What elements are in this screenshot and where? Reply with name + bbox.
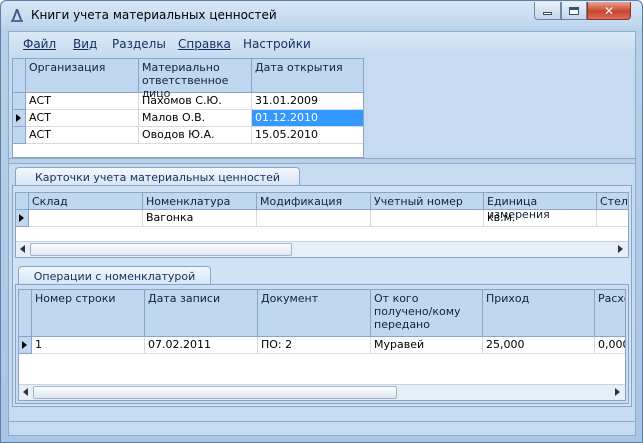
cell-warehouse[interactable] — [29, 210, 143, 227]
grid-corner — [19, 290, 32, 337]
menu-file[interactable]: Файл — [23, 37, 56, 51]
close-button[interactable]: ✕ — [587, 2, 631, 20]
operations-grid[interactable]: Номер строки Дата записи Документ От ког… — [18, 289, 626, 401]
maximize-button[interactable] — [561, 2, 587, 20]
app-icon — [11, 9, 23, 22]
column-header[interactable]: Дата открытия — [252, 59, 363, 93]
menu-sections[interactable]: Разделы — [112, 37, 166, 51]
row-pointer-icon — [22, 341, 27, 349]
main-window: Книги учета материальных ценностей ✕ Фай… — [0, 0, 643, 443]
close-icon: ✕ — [603, 3, 615, 18]
cards-panel: Склад Номенклатура Модификация Учетный н… — [12, 185, 632, 407]
row-header-current[interactable] — [16, 210, 29, 227]
scroll-right-icon[interactable] — [615, 388, 620, 396]
column-header[interactable]: Учетный номер — [371, 193, 484, 210]
column-header[interactable]: Стелла — [597, 193, 628, 210]
scrollbar-thumb[interactable] — [30, 243, 292, 256]
cell-expense[interactable]: 0,000 — [595, 337, 625, 354]
tab-cards[interactable]: Карточки учета материальных ценностей — [15, 167, 300, 186]
cell-person[interactable]: Пахомов С.Ю. — [139, 93, 252, 110]
title-bar[interactable]: Книги учета материальных ценностей ✕ — [1, 1, 642, 29]
scroll-left-icon[interactable] — [20, 245, 25, 253]
cell-account-number[interactable] — [371, 210, 484, 227]
column-header[interactable]: Документ — [258, 290, 371, 337]
row-header-current[interactable] — [13, 110, 26, 127]
column-header[interactable]: Единица измерения — [484, 193, 597, 221]
cell-line-number[interactable]: 1 — [32, 337, 145, 354]
cell-nomenclature[interactable]: Вагонка — [143, 210, 257, 227]
operations-panel: Номер строки Дата записи Документ От ког… — [15, 284, 629, 404]
cell-record-date[interactable]: 07.02.2011 — [145, 337, 258, 354]
cell-organization[interactable]: АСТ — [26, 93, 139, 110]
row-header[interactable] — [13, 93, 26, 110]
cell-rack[interactable] — [597, 210, 628, 227]
minimize-button[interactable] — [534, 2, 561, 20]
cell-income[interactable]: 25,000 — [483, 337, 595, 354]
horizontal-scrollbar[interactable] — [16, 241, 628, 257]
cell-open-date[interactable]: 15.05.2010 — [252, 127, 363, 144]
menu-bar: Файл Вид Разделы Справка Настройки — [9, 32, 635, 56]
column-header[interactable]: Номенклатура — [143, 193, 257, 210]
cell-document[interactable]: ПО: 2 — [258, 337, 371, 354]
scroll-right-icon[interactable] — [618, 245, 623, 253]
tab-operations[interactable]: Операции с номенклатурой — [18, 266, 211, 285]
cell-person[interactable]: Малов О.В. — [139, 110, 252, 127]
row-pointer-icon — [16, 114, 21, 122]
splitter[interactable] — [9, 158, 635, 164]
column-header[interactable]: Склад — [29, 193, 143, 210]
scroll-left-icon[interactable] — [23, 388, 28, 396]
column-header[interactable]: Расхо — [595, 290, 625, 337]
status-bar — [9, 421, 635, 435]
scrollbar-thumb[interactable] — [33, 386, 397, 399]
menu-settings[interactable]: Настройки — [243, 37, 311, 51]
cell-open-date-selected[interactable]: 01.12.2010 — [252, 110, 363, 127]
grid-corner — [16, 193, 29, 210]
cell-modification[interactable] — [257, 210, 371, 227]
cell-organization[interactable]: АСТ — [26, 127, 139, 144]
cards-grid[interactable]: Склад Номенклатура Модификация Учетный н… — [15, 192, 629, 258]
cell-organization[interactable]: АСТ — [26, 110, 139, 127]
column-header[interactable]: Номер строки — [32, 290, 145, 337]
row-header[interactable] — [13, 127, 26, 144]
cell-counterparty[interactable]: Муравей — [371, 337, 483, 354]
maximize-icon — [569, 6, 579, 15]
horizontal-scrollbar[interactable] — [19, 384, 625, 400]
column-header[interactable]: Дата записи — [145, 290, 258, 337]
row-header-current[interactable] — [19, 337, 32, 354]
client-area: Файл Вид Разделы Справка Настройки Орган… — [8, 31, 636, 436]
window-title: Книги учета материальных ценностей — [31, 8, 277, 22]
column-header[interactable]: Организация — [26, 59, 139, 93]
cell-open-date[interactable]: 31.01.2009 — [252, 93, 363, 110]
column-header[interactable]: От кого получено/кому передано — [371, 290, 483, 337]
menu-help[interactable]: Справка — [178, 37, 231, 51]
column-header[interactable]: Модификация — [257, 193, 371, 210]
books-grid[interactable]: Организация Материально ответственное ли… — [12, 58, 364, 158]
menu-view[interactable]: Вид — [73, 37, 97, 51]
column-header[interactable]: Приход — [483, 290, 595, 337]
row-pointer-icon — [19, 214, 24, 222]
grid-corner — [13, 59, 26, 93]
column-header[interactable]: Материально ответственное лицо — [139, 59, 252, 100]
minimize-icon — [543, 12, 552, 15]
cell-unit[interactable]: кв.м. — [484, 210, 597, 227]
cell-person[interactable]: Оводов Ю.А. — [139, 127, 252, 144]
